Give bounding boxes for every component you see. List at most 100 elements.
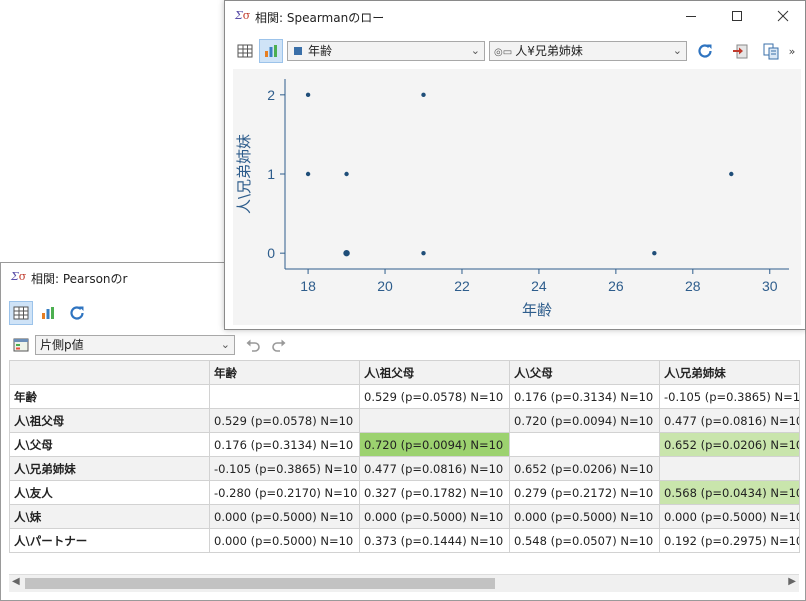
chevron-down-icon: ⌄ bbox=[220, 338, 230, 351]
table-cell[interactable]: 0.279 (p=0.2172) N=10 bbox=[509, 480, 660, 505]
x-tick-label: 24 bbox=[531, 278, 547, 294]
correlation-sigma-icon: Σσ bbox=[235, 9, 251, 22]
minimize-icon[interactable] bbox=[677, 5, 705, 27]
table-row: 人\祖父母 0.529 (p=0.0578) N=10 0.720 (p=0.0… bbox=[9, 408, 800, 433]
y-variable-select[interactable]: ◎▭ 人¥兄弟姉妹 ⌄ bbox=[489, 41, 687, 61]
y-variable-value: 人¥兄弟姉妹 bbox=[515, 44, 583, 58]
table-row: 人\父母 0.176 (p=0.3134) N=10 0.720 (p=0.00… bbox=[9, 432, 800, 457]
table-cell[interactable] bbox=[509, 432, 660, 457]
row-header[interactable]: 人\祖父母 bbox=[9, 408, 210, 433]
scroll-left-icon[interactable]: ◀ bbox=[12, 576, 20, 587]
more-icon[interactable]: » bbox=[783, 39, 801, 63]
spearman-titlebar[interactable]: Σσ 相関: Spearmanのロー bbox=[225, 1, 805, 31]
table-cell[interactable]: 0.000 (p=0.5000) N=10 bbox=[209, 504, 360, 529]
table-cell[interactable]: 0.529 (p=0.0578) N=10 bbox=[209, 408, 360, 433]
scatter-plot: 18 20 22 24 26 28 30 0 1 2 年齢 人\兄弟姉妹 bbox=[235, 79, 789, 319]
table-cell[interactable]: 0.000 (p=0.5000) N=10 bbox=[209, 528, 360, 553]
row-header[interactable]: 年齢 bbox=[9, 384, 210, 409]
table-cell[interactable]: 0.192 (p=0.2975) N=10 bbox=[659, 528, 800, 553]
plot-area: 18 20 22 24 26 28 30 0 1 2 年齢 人\兄弟姉妹 bbox=[233, 69, 801, 325]
scatter-point[interactable] bbox=[344, 171, 349, 177]
x-tick-label: 26 bbox=[608, 278, 624, 294]
table-cell[interactable]: -0.105 (p=0.3865) N=10 bbox=[659, 384, 800, 409]
table-row: 年齢 0.529 (p=0.0578) N=10 0.176 (p=0.3134… bbox=[9, 384, 800, 409]
test-type-select[interactable]: 片側p値 ⌄ bbox=[35, 335, 235, 355]
x-tick-label: 30 bbox=[762, 278, 778, 294]
spearman-toolbar: 年齢 ⌄ ◎▭ 人¥兄弟姉妹 ⌄ » bbox=[225, 38, 805, 66]
scatter-point[interactable] bbox=[652, 250, 657, 256]
scatter-point[interactable] bbox=[729, 171, 734, 177]
table-cell[interactable]: 0.373 (p=0.1444) N=10 bbox=[359, 528, 510, 553]
chart-view-icon[interactable] bbox=[36, 301, 60, 325]
table-cell[interactable] bbox=[359, 408, 510, 433]
row-header[interactable]: 人\父母 bbox=[9, 432, 210, 457]
table-cell-significant[interactable]: 0.652 (p=0.0206) N=10 bbox=[659, 432, 800, 457]
scatter-point[interactable] bbox=[343, 249, 350, 257]
column-header[interactable] bbox=[9, 360, 210, 385]
table-cell[interactable]: 0.000 (p=0.5000) N=10 bbox=[359, 504, 510, 529]
column-header[interactable]: 人\父母 bbox=[509, 360, 660, 385]
y-tick-label: 1 bbox=[267, 166, 275, 182]
grid-options-icon[interactable] bbox=[9, 333, 33, 357]
close-icon[interactable] bbox=[769, 5, 797, 27]
table-cell[interactable]: 0.327 (p=0.1782) N=10 bbox=[359, 480, 510, 505]
table-cell[interactable]: -0.105 (p=0.3865) N=10 bbox=[209, 456, 360, 481]
table-cell[interactable]: 0.548 (p=0.0507) N=10 bbox=[509, 528, 660, 553]
maximize-icon[interactable] bbox=[723, 5, 751, 27]
column-header[interactable]: 人\祖父母 bbox=[359, 360, 510, 385]
table-cell-significant[interactable]: 0.720 (p=0.0094) N=10 bbox=[509, 408, 660, 433]
refresh-icon[interactable] bbox=[65, 301, 89, 325]
refresh-icon[interactable] bbox=[693, 39, 717, 63]
correlation-sigma-icon: Σσ bbox=[11, 270, 27, 283]
spearman-window: Σσ 相関: Spearmanのロー 年齢 ⌄ ◎▭ 人¥兄弟姉妹 ⌄ » 18… bbox=[224, 0, 806, 330]
y-tick-label: 0 bbox=[267, 245, 275, 261]
horizontal-scrollbar[interactable]: ◀ ▶ bbox=[9, 574, 799, 592]
chart-view-icon[interactable] bbox=[259, 39, 283, 63]
spearman-window-title: 相関: Spearmanのロー bbox=[255, 11, 385, 25]
correlation-table: 年齢 人\祖父母 人\父母 人\兄弟姉妹 年齢 0.529 (p=0.0578)… bbox=[9, 360, 800, 553]
table-cell-significant[interactable]: 0.720 (p=0.0094) N=10 bbox=[359, 432, 510, 457]
table-cell[interactable]: 0.176 (p=0.3134) N=10 bbox=[509, 384, 660, 409]
scatter-point[interactable] bbox=[305, 171, 311, 177]
scroll-right-icon[interactable]: ▶ bbox=[788, 576, 796, 587]
table-cell-significant[interactable]: 0.652 (p=0.0206) N=10 bbox=[509, 456, 660, 481]
row-header[interactable]: 人\パートナー bbox=[9, 528, 210, 553]
x-variable-select[interactable]: 年齢 ⌄ bbox=[287, 41, 485, 61]
table-cell[interactable]: 0.477 (p=0.0816) N=10 bbox=[359, 456, 510, 481]
column-header[interactable]: 人\兄弟姉妹 bbox=[659, 360, 800, 385]
row-header[interactable]: 人\妹 bbox=[9, 504, 210, 529]
chevron-down-icon: ⌄ bbox=[672, 44, 682, 57]
y-tick-label: 2 bbox=[267, 87, 275, 103]
x-tick-label: 22 bbox=[454, 278, 470, 294]
y-axis-label: 人\兄弟姉妹 bbox=[235, 134, 253, 214]
scatter-point[interactable] bbox=[421, 92, 426, 98]
table-row: 人\兄弟姉妹 -0.105 (p=0.3865) N=10 0.477 (p=0… bbox=[9, 456, 800, 481]
table-cell[interactable]: -0.280 (p=0.2170) N=10 bbox=[209, 480, 360, 505]
row-header[interactable]: 人\兄弟姉妹 bbox=[9, 456, 210, 481]
multi-response-icon: ◎▭ bbox=[494, 47, 513, 58]
table-cell[interactable]: 0.529 (p=0.0578) N=10 bbox=[359, 384, 510, 409]
table-view-icon[interactable] bbox=[233, 39, 257, 63]
x-tick-label: 18 bbox=[300, 278, 316, 294]
table-cell[interactable]: 0.176 (p=0.3134) N=10 bbox=[209, 432, 360, 457]
test-type-value: 片側p値 bbox=[40, 338, 84, 352]
table-header-row: 年齢 人\祖父母 人\父母 人\兄弟姉妹 bbox=[9, 360, 800, 385]
x-axis-label: 年齢 bbox=[522, 301, 552, 319]
table-cell[interactable]: 0.000 (p=0.5000) N=10 bbox=[659, 504, 800, 529]
table-cell-significant[interactable]: 0.568 (p=0.0434) N=10 bbox=[659, 480, 800, 505]
scrollbar-thumb[interactable] bbox=[25, 578, 495, 589]
undo-icon[interactable] bbox=[241, 333, 265, 357]
table-view-icon[interactable] bbox=[9, 301, 33, 325]
redo-icon[interactable] bbox=[267, 333, 291, 357]
table-cell[interactable]: 0.477 (p=0.0816) N=10 bbox=[659, 408, 800, 433]
scatter-point[interactable] bbox=[305, 92, 311, 98]
export-icon[interactable] bbox=[728, 39, 752, 63]
row-header[interactable]: 人\友人 bbox=[9, 480, 210, 505]
copy-icon[interactable] bbox=[759, 39, 783, 63]
column-header[interactable]: 年齢 bbox=[209, 360, 360, 385]
scatter-point[interactable] bbox=[421, 250, 426, 256]
table-cell[interactable] bbox=[659, 456, 800, 481]
x-variable-value: 年齢 bbox=[308, 44, 333, 58]
table-cell[interactable] bbox=[209, 384, 360, 409]
table-cell[interactable]: 0.000 (p=0.5000) N=10 bbox=[509, 504, 660, 529]
